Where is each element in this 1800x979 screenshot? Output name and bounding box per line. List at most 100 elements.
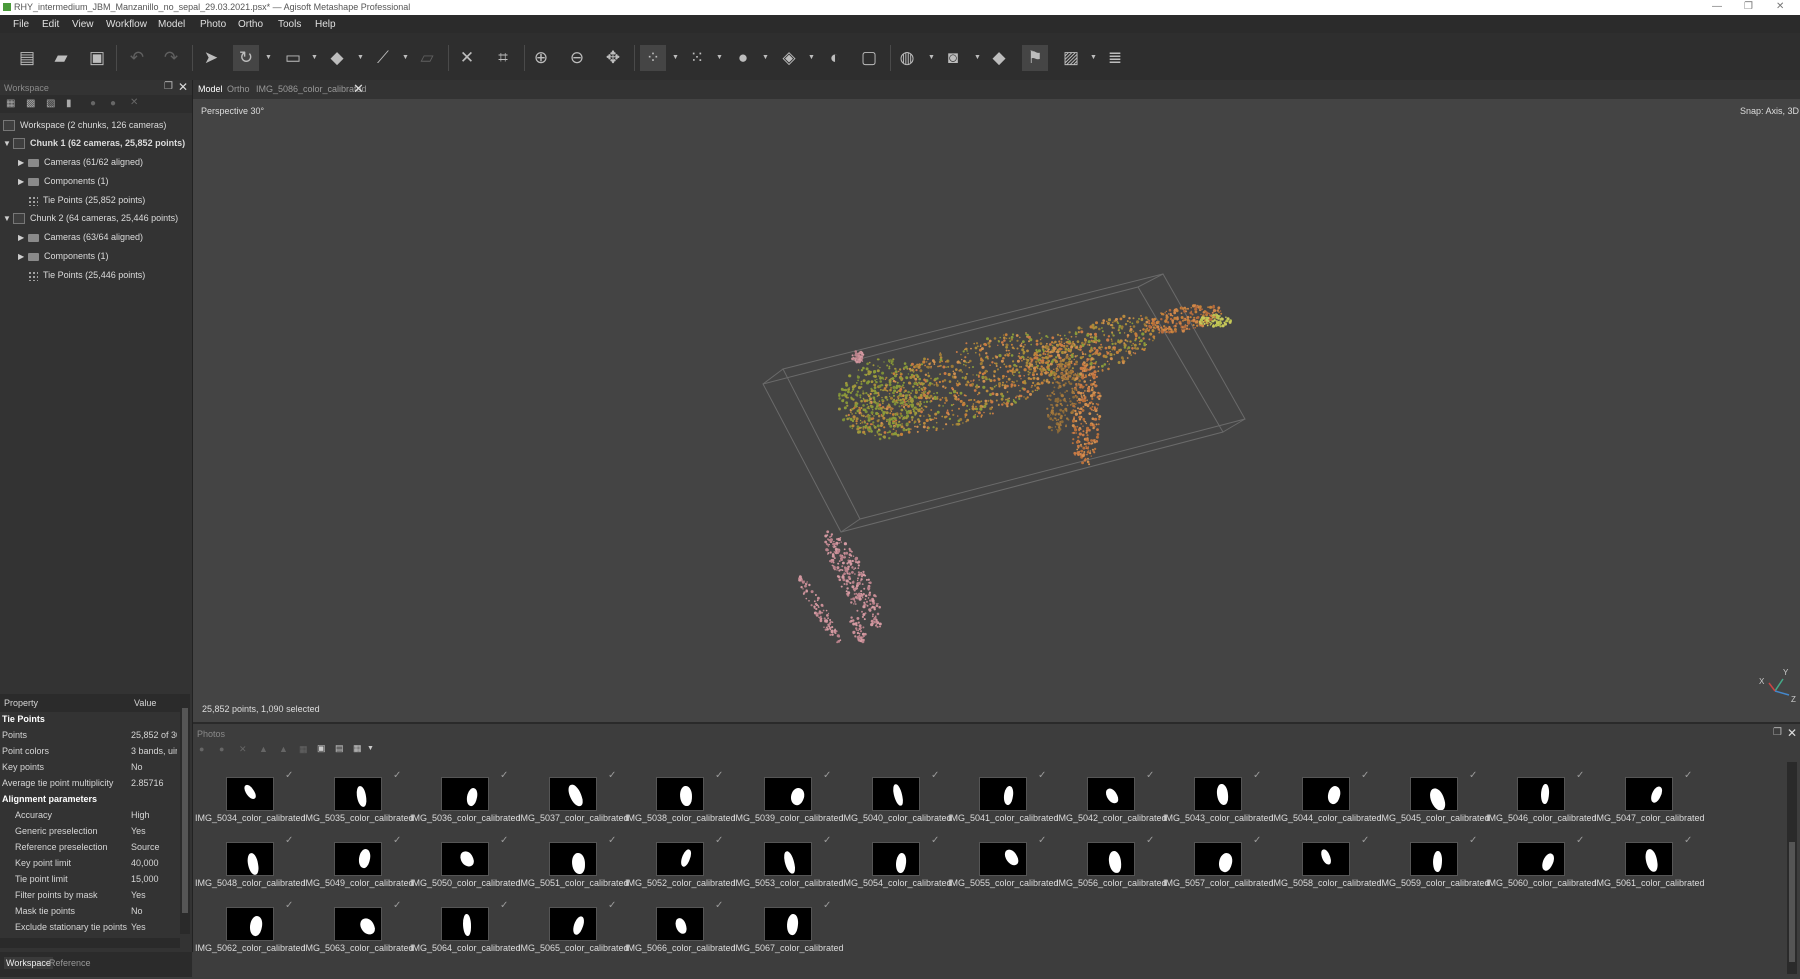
close-tab-icon[interactable]: ✕ bbox=[353, 81, 364, 97]
enable-icon[interactable]: ● bbox=[199, 744, 204, 754]
new-document-icon[interactable]: ▤ bbox=[14, 45, 40, 71]
view-mode-icon[interactable]: ▦ bbox=[353, 743, 362, 754]
close-panel-icon[interactable]: ✕ bbox=[1787, 726, 1797, 740]
menu-photo[interactable]: Photo bbox=[200, 19, 226, 30]
photo-label[interactable]: IMG_5036_color_calibrated bbox=[410, 813, 521, 823]
tab-model[interactable]: Model bbox=[198, 84, 223, 94]
tree-cameras-2[interactable]: ▶ Cameras (63/64 aligned) bbox=[18, 232, 143, 248]
orthomosaic-icon[interactable]: ▢ bbox=[856, 45, 882, 71]
photo-thumbnail[interactable] bbox=[656, 842, 704, 876]
crop-icon[interactable]: ⌗ bbox=[490, 45, 516, 71]
save-icon[interactable]: ▣ bbox=[84, 45, 110, 71]
add-photos-icon[interactable]: ▩ bbox=[26, 98, 35, 109]
chevron-down-icon[interactable]: ▼ bbox=[367, 745, 374, 752]
properties-scrollbar[interactable] bbox=[180, 694, 190, 934]
photo-label[interactable]: IMG_5034_color_calibrated bbox=[195, 813, 306, 823]
zoom-in-icon[interactable]: ⊕ bbox=[528, 45, 554, 71]
photo-label[interactable]: IMG_5039_color_calibrated bbox=[733, 813, 844, 823]
marker-tool-icon[interactable]: ▮ bbox=[66, 98, 72, 109]
photo-thumbnail[interactable] bbox=[979, 777, 1027, 811]
photo-thumbnail[interactable] bbox=[1087, 777, 1135, 811]
menu-view[interactable]: View bbox=[72, 19, 94, 30]
chevron-down-icon[interactable]: ▼ bbox=[672, 54, 679, 61]
photo-label[interactable]: IMG_5062_color_calibrated bbox=[195, 943, 306, 953]
chevron-right-icon[interactable]: ▶ bbox=[18, 252, 28, 261]
photo-thumbnail[interactable] bbox=[226, 842, 274, 876]
workspace-root[interactable]: Workspace (2 chunks, 126 cameras) bbox=[3, 120, 166, 136]
photo-thumbnail[interactable] bbox=[1517, 842, 1565, 876]
menu-help[interactable]: Help bbox=[315, 19, 336, 30]
scrollbar-thumb[interactable] bbox=[182, 708, 188, 913]
chevron-down-icon[interactable]: ▼ bbox=[762, 54, 769, 61]
photo-thumbnail[interactable] bbox=[1410, 777, 1458, 811]
texture-icon[interactable]: ◐ bbox=[822, 45, 848, 71]
rotate-object-icon[interactable]: ↻ bbox=[233, 45, 259, 71]
photo-label[interactable]: IMG_5046_color_calibrated bbox=[1486, 813, 1597, 823]
enable-icon[interactable]: ● bbox=[90, 98, 96, 109]
menu-workflow[interactable]: Workflow bbox=[106, 19, 147, 30]
chevron-down-icon[interactable]: ▼ bbox=[1090, 54, 1097, 61]
menu-ortho[interactable]: Ortho bbox=[238, 19, 263, 30]
chevron-right-icon[interactable]: ▶ bbox=[18, 158, 28, 167]
photo-label[interactable]: IMG_5063_color_calibrated bbox=[303, 943, 414, 953]
photo-label[interactable]: IMG_5061_color_calibrated bbox=[1594, 878, 1705, 888]
photo-thumbnail[interactable] bbox=[872, 842, 920, 876]
photo-thumbnail[interactable] bbox=[549, 777, 597, 811]
photo-label[interactable]: IMG_5040_color_calibrated bbox=[841, 813, 952, 823]
undo-icon[interactable]: ↶ bbox=[124, 45, 150, 71]
photo-thumbnail[interactable] bbox=[1517, 777, 1565, 811]
properties-hscrollbar[interactable] bbox=[0, 938, 180, 948]
point-cloud-icon[interactable]: ⁘ bbox=[640, 45, 666, 71]
pointer-icon[interactable]: ➤ bbox=[198, 45, 224, 71]
photo-thumbnail[interactable] bbox=[441, 777, 489, 811]
photo-thumbnail[interactable] bbox=[334, 777, 382, 811]
photo-thumbnail[interactable] bbox=[872, 777, 920, 811]
float-panel-icon[interactable]: ❐ bbox=[1773, 727, 1782, 738]
photo-label[interactable]: IMG_5053_color_calibrated bbox=[733, 878, 844, 888]
photo-thumbnail[interactable] bbox=[226, 907, 274, 941]
photo-thumbnail[interactable] bbox=[549, 842, 597, 876]
photo-label[interactable]: IMG_5057_color_calibrated bbox=[1163, 878, 1274, 888]
photo-thumbnail[interactable] bbox=[334, 842, 382, 876]
chevron-down-icon[interactable]: ▼ bbox=[974, 54, 981, 61]
chevron-down-icon[interactable]: ▼ bbox=[3, 139, 13, 148]
shape-draw-icon[interactable]: ◆ bbox=[324, 45, 350, 71]
chevron-down-icon[interactable]: ▼ bbox=[928, 54, 935, 61]
tree-components-1[interactable]: ▶ Components (1) bbox=[18, 176, 109, 192]
photo-thumbnail[interactable] bbox=[1087, 842, 1135, 876]
photo-label[interactable]: IMG_5055_color_calibrated bbox=[948, 878, 1059, 888]
photo-thumbnail[interactable] bbox=[334, 907, 382, 941]
rotate-right-icon[interactable]: ▲ bbox=[279, 744, 288, 754]
photo-label[interactable]: IMG_5054_color_calibrated bbox=[841, 878, 952, 888]
chevron-down-icon[interactable]: ▼ bbox=[265, 54, 272, 61]
chevron-down-icon[interactable]: ▼ bbox=[402, 54, 409, 61]
redo-icon[interactable]: ↷ bbox=[158, 45, 184, 71]
photo-label[interactable]: IMG_5064_color_calibrated bbox=[410, 943, 521, 953]
tab-ortho[interactable]: Ortho bbox=[227, 84, 250, 94]
tree-chunk-1[interactable]: ▼ Chunk 1 (62 cameras, 25,852 points) bbox=[3, 138, 185, 154]
property-column-header[interactable]: Property bbox=[4, 698, 38, 708]
globe-icon[interactable]: ◍ bbox=[894, 45, 920, 71]
photo-thumbnail[interactable] bbox=[549, 907, 597, 941]
photo-label[interactable]: IMG_5049_color_calibrated bbox=[303, 878, 414, 888]
zoom-out-icon[interactable]: ⊖ bbox=[564, 45, 590, 71]
photo-thumbnail[interactable] bbox=[979, 842, 1027, 876]
tree-tie-points-1[interactable]: Tie Points (25,852 points) bbox=[28, 195, 145, 211]
photo-thumbnail[interactable] bbox=[1625, 777, 1673, 811]
add-folder-icon[interactable]: ▧ bbox=[46, 98, 55, 109]
property-section[interactable]: Alignment parameters bbox=[0, 794, 180, 809]
flag-icon[interactable]: ⚑ bbox=[1022, 45, 1048, 71]
open-folder-icon[interactable]: ▰ bbox=[48, 45, 74, 71]
tab-workspace[interactable]: Workspace bbox=[4, 957, 53, 969]
menu-model[interactable]: Model bbox=[158, 19, 185, 30]
photo-label[interactable]: IMG_5048_color_calibrated bbox=[195, 878, 306, 888]
photo-label[interactable]: IMG_5047_color_calibrated bbox=[1594, 813, 1705, 823]
tiled-model-icon[interactable]: ◈ bbox=[776, 45, 802, 71]
model-viewport[interactable]: Perspective 30° Snap: Axis, 3D 25,852 po… bbox=[193, 99, 1800, 722]
photo-thumbnail[interactable] bbox=[226, 777, 274, 811]
value-column-header[interactable]: Value bbox=[134, 698, 156, 708]
layers-icon[interactable]: ≣ bbox=[1102, 45, 1128, 71]
photo-label[interactable]: IMG_5038_color_calibrated bbox=[625, 813, 736, 823]
restore-button[interactable]: ❐ bbox=[1744, 1, 1753, 12]
dense-cloud-icon[interactable]: ⁙ bbox=[684, 45, 710, 71]
